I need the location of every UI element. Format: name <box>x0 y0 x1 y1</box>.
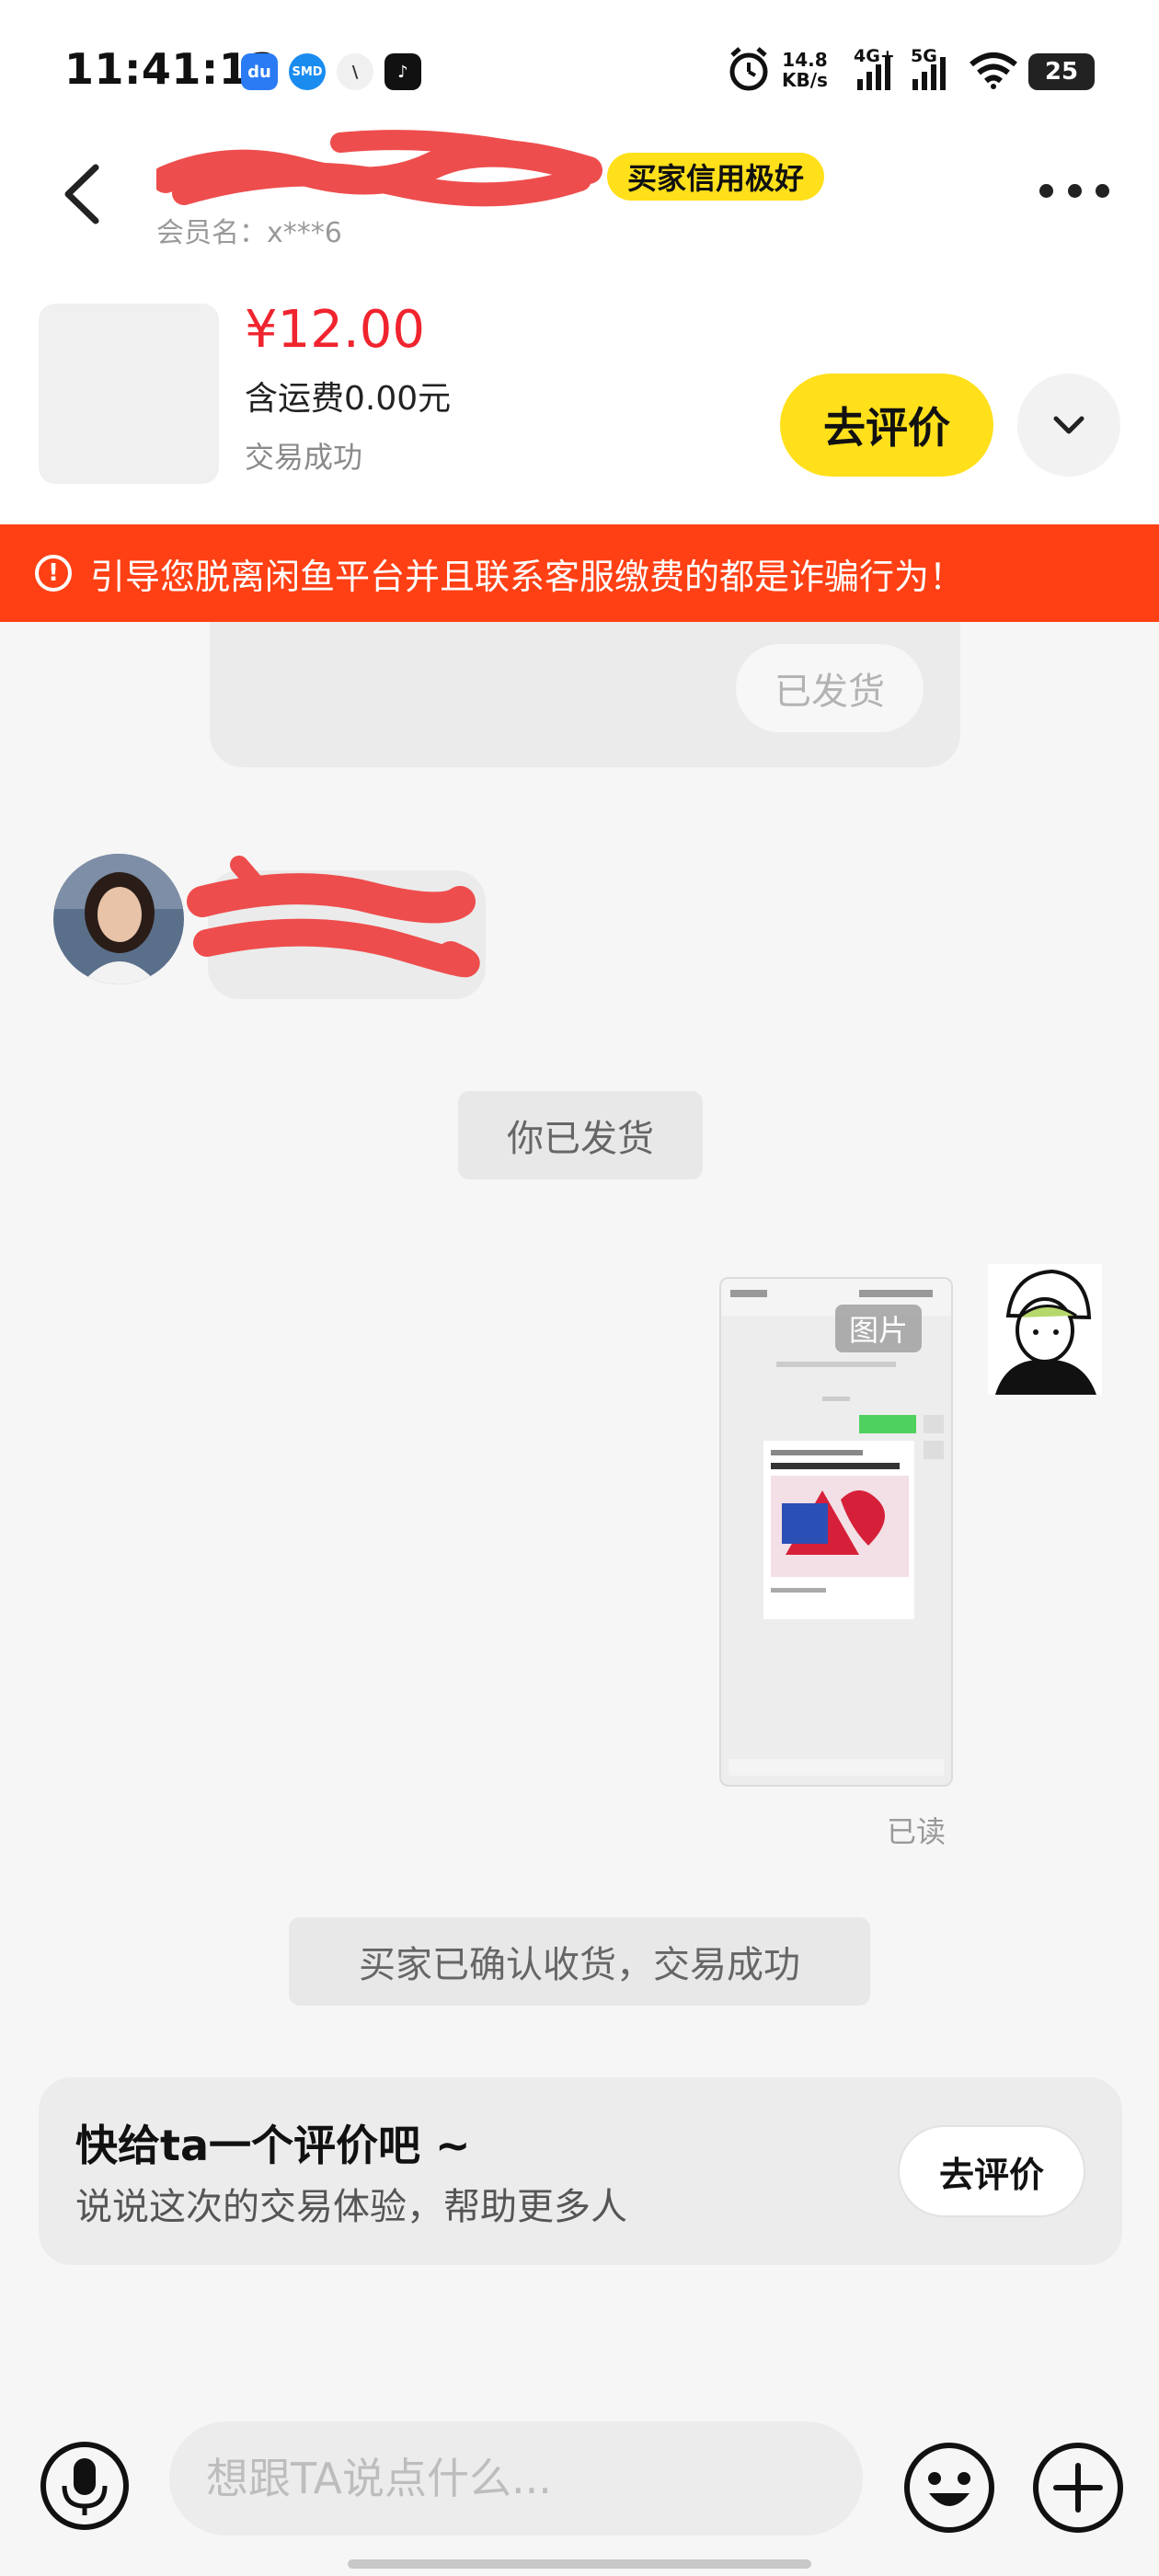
rating-subtitle: 说说这次的交易体验，帮助更多人 <box>75 2186 627 2228</box>
rating-review-button[interactable]: 去评价 <box>898 2125 1085 2217</box>
more-menu-icon[interactable] <box>1039 184 1109 202</box>
read-receipt: 已读 <box>887 1814 947 1849</box>
member-name: 会员名：x***6 <box>156 217 342 249</box>
signal-bars-icon <box>857 57 890 90</box>
review-button[interactable]: 去评价 <box>780 374 993 477</box>
warning-icon: ! <box>35 555 72 592</box>
fraud-warning-banner: ! 引导您脱离闲鱼平台并且联系客服缴费的都是诈骗行为！ <box>0 524 1159 622</box>
redacted-username <box>156 130 602 207</box>
message-input[interactable] <box>169 2421 863 2536</box>
signal-bars-icon-2 <box>912 57 946 90</box>
system-message-confirmed: 买家已确认收货，交易成功 <box>289 1917 870 2006</box>
shipping-fee: 含运费0.00元 <box>245 380 452 418</box>
vpn-app-icon: \ <box>337 53 373 90</box>
plus-icon[interactable] <box>1030 2440 1126 2536</box>
tiktok-icon: ♪ <box>384 53 421 90</box>
chevron-down-icon <box>1053 416 1084 434</box>
back-arrow-icon[interactable] <box>57 162 112 226</box>
network-speed: 14.8 KB/s <box>782 49 828 91</box>
shipped-status-button: 已发货 <box>736 644 924 732</box>
screenshot-thumbnail <box>721 1279 951 1785</box>
du-app-icon: du <box>241 53 278 90</box>
redacted-message <box>187 856 480 978</box>
alarm-icon <box>729 47 768 91</box>
product-thumbnail[interactable] <box>39 304 219 484</box>
buyer-avatar[interactable] <box>53 854 184 984</box>
warning-text: 引导您脱离闲鱼平台并且联系客服缴费的都是诈骗行为！ <box>90 556 965 597</box>
voice-mic-icon[interactable] <box>39 2440 131 2532</box>
expand-button[interactable] <box>1017 374 1120 477</box>
screenshot-image-message[interactable] <box>719 1277 953 1787</box>
system-message-shipped: 你已发货 <box>458 1091 703 1179</box>
emoji-icon[interactable] <box>901 2440 997 2536</box>
buyer-credit-badge: 买家信用极好 <box>607 153 825 201</box>
battery-indicator: 25 <box>1028 53 1095 90</box>
image-tag: 图片 <box>835 1305 922 1352</box>
transaction-status: 交易成功 <box>245 440 363 475</box>
rating-title: 快给ta一个评价吧 ~ <box>75 2121 471 2170</box>
home-indicator[interactable] <box>348 2559 811 2569</box>
product-price: ¥12.00 <box>245 300 425 360</box>
smd-app-icon: SMD <box>289 53 326 90</box>
seller-avatar[interactable] <box>988 1264 1102 1395</box>
wifi-icon <box>970 52 1017 89</box>
